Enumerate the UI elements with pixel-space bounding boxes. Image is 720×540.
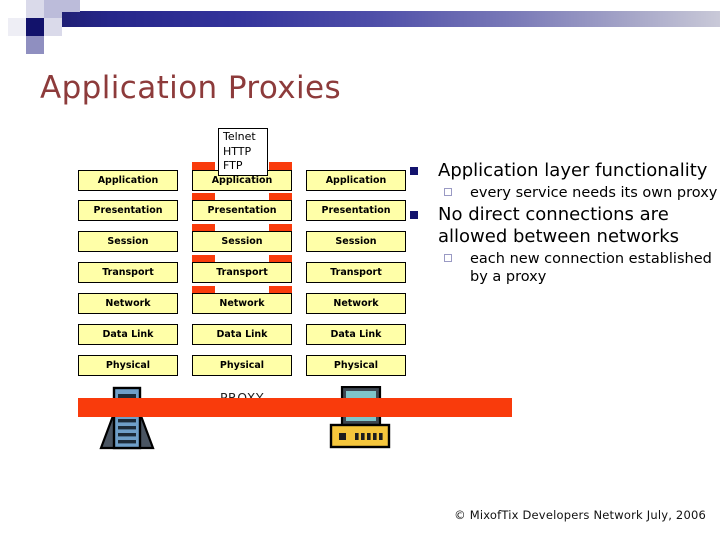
header-decoration bbox=[0, 0, 720, 54]
filled-square-bullet-icon bbox=[410, 167, 418, 175]
bullet-text: each new connection established by a pro… bbox=[470, 251, 712, 285]
layer-box-session: Session bbox=[192, 231, 292, 252]
hollow-square-bullet-icon bbox=[444, 254, 452, 262]
deco-square-navy bbox=[26, 18, 44, 36]
layer-box-application: Application bbox=[306, 170, 406, 191]
computer-icon bbox=[326, 385, 394, 457]
layer-box-datalink: Data Link bbox=[306, 324, 406, 345]
header-gradient-bar bbox=[44, 11, 720, 27]
layer-box-presentation: Presentation bbox=[306, 200, 406, 221]
layer-box-session: Session bbox=[306, 231, 406, 252]
deco-square-pale-1 bbox=[26, 0, 44, 18]
callout-line-telnet: Telnet bbox=[223, 130, 256, 143]
deco-square-mid-1 bbox=[26, 36, 44, 54]
layer-box-datalink: Data Link bbox=[78, 324, 178, 345]
callout-line-ftp: FTP bbox=[223, 159, 243, 172]
layer-box-application: Application bbox=[78, 170, 178, 191]
bullet-item-level1: Application layer functionality bbox=[408, 160, 720, 182]
footer-copyright: © MixofTix Developers Network July, 2006 bbox=[454, 508, 706, 522]
server-icon bbox=[96, 386, 158, 457]
layer-box-physical: Physical bbox=[192, 355, 292, 376]
layer-box-physical: Physical bbox=[306, 355, 406, 376]
layer-box-transport: Transport bbox=[78, 262, 178, 283]
bullet-text: Application layer functionality bbox=[438, 160, 708, 181]
deco-square-light-2 bbox=[62, 0, 80, 12]
bullet-item-level2: each new connection established by a pro… bbox=[408, 250, 720, 286]
page-title: Application Proxies bbox=[40, 70, 342, 106]
deco-square-ghost-1 bbox=[8, 18, 26, 36]
layer-box-transport: Transport bbox=[306, 262, 406, 283]
deco-square-pale-2 bbox=[44, 18, 62, 36]
layer-box-session: Session bbox=[78, 231, 178, 252]
layer-box-presentation: Presentation bbox=[78, 200, 178, 221]
bullet-item-level2: every service needs its own proxy bbox=[408, 184, 720, 202]
deco-square-light-1 bbox=[44, 0, 62, 18]
layer-box-datalink: Data Link bbox=[192, 324, 292, 345]
layer-box-network: Network bbox=[306, 293, 406, 314]
layer-box-physical: Physical bbox=[78, 355, 178, 376]
bullet-text: every service needs its own proxy bbox=[470, 185, 718, 201]
layer-box-transport: Transport bbox=[192, 262, 292, 283]
filled-square-bullet-icon bbox=[410, 211, 418, 219]
bullet-item-level1: No direct connections are allowed betwee… bbox=[408, 204, 720, 248]
network-connection-bar-right bbox=[292, 398, 512, 417]
layer-box-network: Network bbox=[192, 293, 292, 314]
network-connection-bar-left bbox=[78, 398, 298, 417]
bullet-list: Application layer functionality every se… bbox=[408, 160, 720, 288]
hollow-square-bullet-icon bbox=[444, 188, 452, 196]
layer-box-presentation: Presentation bbox=[192, 200, 292, 221]
bullet-text: No direct connections are allowed betwee… bbox=[438, 204, 680, 247]
osi-stack-diagram: Application Presentation Session Transpo… bbox=[72, 128, 512, 450]
layer-box-network: Network bbox=[78, 293, 178, 314]
callout-line-http: HTTP bbox=[223, 144, 252, 158]
protocol-callout-box: Telnet HTTP FTP bbox=[218, 128, 268, 176]
